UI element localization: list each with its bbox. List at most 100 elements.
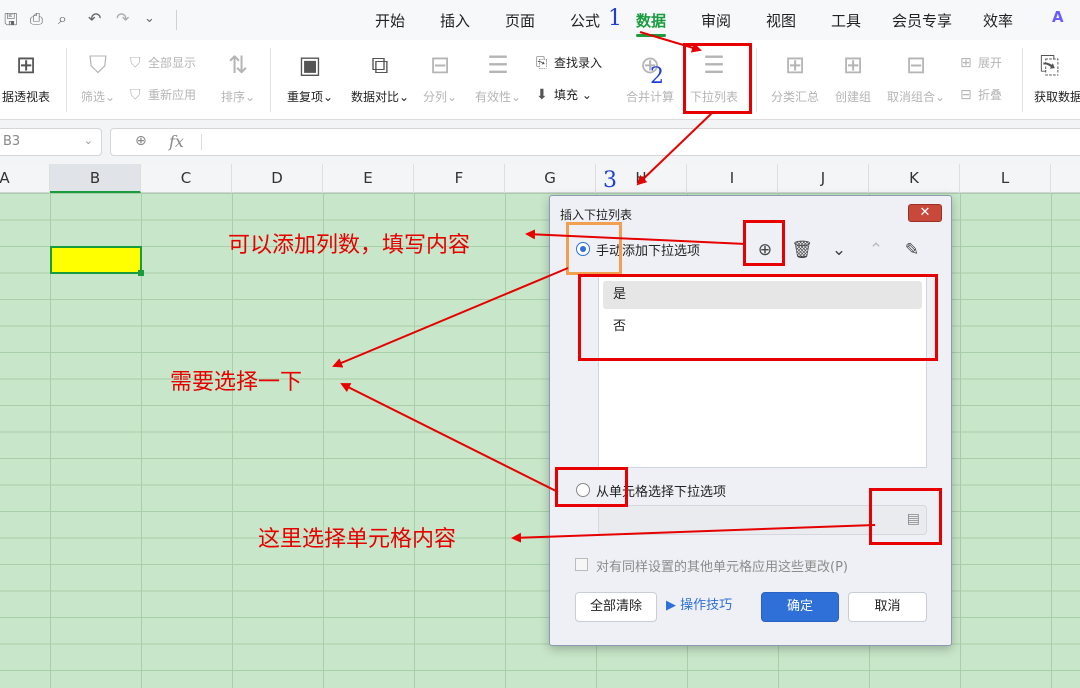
close-button[interactable]: ✕ <box>908 204 942 222</box>
fill-handle[interactable] <box>138 270 144 276</box>
selected-cell-b3[interactable] <box>50 246 144 276</box>
close-icon: ✕ <box>919 205 931 220</box>
menu-member[interactable]: 会员专享 <box>892 10 952 31</box>
highlight-box-options <box>578 274 938 361</box>
annotation-select-cells: 这里选择单元格内容 <box>258 527 457 552</box>
filter-icon: ⛉ <box>89 51 107 79</box>
formula-bar: B3 ⌄ ⊕ fx <box>0 120 1080 164</box>
pivot-table-label: 据透视表 <box>1 90 50 104</box>
column-header-e[interactable]: E <box>323 164 414 193</box>
show-all-label: 全部显示 <box>148 56 197 70</box>
show-all-icon: ⛉ <box>130 55 141 71</box>
name-box[interactable]: B3 ⌄ <box>0 128 102 156</box>
ok-button[interactable]: 确定 <box>761 592 839 622</box>
annotation-need-select: 需要选择一下 <box>170 370 303 395</box>
duplicates-button[interactable]: ▣ 重复项⌄ <box>272 50 348 105</box>
menu-tools[interactable]: 工具 <box>831 10 861 31</box>
zoom-icon[interactable]: ⊕ <box>135 133 147 149</box>
duplicates-label: 重复项⌄ <box>286 90 334 104</box>
save-icon[interactable]: 🖫 <box>4 9 18 36</box>
annotation-add-columns: 可以添加列数，填写内容 <box>228 233 471 258</box>
reapply-icon: ⛉ <box>130 87 141 103</box>
filter-button[interactable]: ⛉ 筛选⌄ <box>60 50 136 105</box>
collapse-button[interactable]: ⊟ 折叠 <box>960 86 1002 103</box>
get-data-icon: ⎘ <box>1040 51 1060 79</box>
formula-input[interactable]: ⊕ fx <box>110 128 1080 156</box>
column-header-c[interactable]: C <box>141 164 232 193</box>
active-tab-indicator <box>636 34 666 37</box>
apply-all-checkbox[interactable] <box>575 558 588 571</box>
divider <box>201 134 202 150</box>
column-header-l[interactable]: L <box>960 164 1051 193</box>
more-chevron-icon[interactable]: ⌄ <box>144 11 155 26</box>
menu-formula[interactable]: 公式 <box>570 10 600 31</box>
highlight-box-radio <box>566 222 622 275</box>
sort-button[interactable]: ⇅ 排序⌄ <box>200 50 276 105</box>
divider <box>270 48 271 112</box>
print-icon[interactable]: ⎙ <box>30 9 43 29</box>
redo-icon[interactable]: ↷ <box>116 9 129 28</box>
step-2-label: 2 <box>650 64 664 89</box>
step-1-label: 1 <box>608 6 622 31</box>
reapply-label: 重新应用 <box>148 88 197 102</box>
menu-insert[interactable]: 插入 <box>440 10 470 31</box>
tips-label: 操作技巧 <box>680 598 733 613</box>
column-header-d[interactable]: D <box>232 164 323 193</box>
validity-button[interactable]: ☰ 有效性⌄ <box>460 50 536 105</box>
fx-icon[interactable]: fx <box>169 132 184 151</box>
find-entry-icon: ⎘ <box>536 55 548 71</box>
expand-label: 展开 <box>978 56 1003 70</box>
ai-logo-icon[interactable]: A <box>1052 8 1064 26</box>
divider <box>176 10 177 30</box>
menu-view[interactable]: 视图 <box>766 10 796 31</box>
pivot-table-button[interactable]: ⊞ 据透视表 <box>0 50 64 105</box>
column-header-a[interactable]: A <box>0 164 50 193</box>
menu-data[interactable]: 数据 <box>636 10 666 31</box>
sort-label: 排序⌄ <box>220 90 256 104</box>
find-entry-label: 查找录入 <box>554 56 603 70</box>
expand-button[interactable]: ⊞ 展开 <box>960 54 1002 71</box>
highlight-box-range-icon <box>869 488 942 545</box>
highlight-box-add <box>743 220 785 266</box>
menu-page[interactable]: 页面 <box>505 10 535 31</box>
undo-icon[interactable]: ↶ <box>88 9 101 28</box>
menu-bar: 🖫 ⎙ ⌕ ↶ ↷ ⌄ 开始 插入 页面 公式 数据 审阅 视图 工具 会员专享… <box>0 0 1080 40</box>
edit-icon[interactable]: ✎ <box>900 238 924 262</box>
ungroup-button[interactable]: ⊟ 取消组合⌄ <box>878 50 954 105</box>
clear-all-button[interactable]: 全部清除 <box>575 592 657 622</box>
move-down-icon[interactable]: ⌄ <box>827 238 851 262</box>
column-header-g[interactable]: G <box>505 164 596 193</box>
column-header-k[interactable]: K <box>869 164 960 193</box>
fill-icon: ⬇ <box>536 87 548 103</box>
duplicates-icon: ▣ <box>298 51 322 79</box>
validity-icon: ☰ <box>487 51 509 79</box>
get-data-button[interactable]: ⎘ 获取数据 <box>1028 50 1080 105</box>
collapse-label: 折叠 <box>978 88 1003 102</box>
fill-label: 填充 <box>554 88 579 102</box>
pivot-table-icon: ⊞ <box>15 51 37 79</box>
column-header-b[interactable]: B <box>50 164 141 193</box>
menu-review[interactable]: 审阅 <box>701 10 731 31</box>
fill-button[interactable]: ⬇ 填充 ⌄ <box>536 86 592 103</box>
column-header-row: A B C D E F G H I J K L <box>0 164 1080 193</box>
column-header-f[interactable]: F <box>414 164 505 193</box>
move-up-icon[interactable]: ⌃ <box>864 238 888 262</box>
reapply-button[interactable]: ⛉ 重新应用 <box>130 86 196 103</box>
menu-home[interactable]: 开始 <box>375 10 405 31</box>
step-3-label: 3 <box>603 168 617 193</box>
ribbon: ⊞ 据透视表 ⛉ 筛选⌄ ⛉ 全部显示 ⛉ 重新应用 ⇅ 排序⌄ ▣ 重复项⌄ ⧉ … <box>0 40 1080 120</box>
apply-all-label: 对有同样设置的其他单元格应用这些更改(P) <box>596 560 848 575</box>
chevron-down-icon: ⌄ <box>83 134 93 147</box>
column-header-j[interactable]: J <box>778 164 869 193</box>
highlight-box-cell-radio <box>555 467 628 507</box>
cancel-button[interactable]: 取消 <box>848 592 927 622</box>
ungroup-icon: ⊟ <box>905 51 927 79</box>
column-header-i[interactable]: I <box>687 164 778 193</box>
name-box-value: B3 <box>3 134 21 149</box>
delete-icon[interactable]: 🗑 <box>790 238 814 262</box>
show-all-button[interactable]: ⛉ 全部显示 <box>130 54 196 71</box>
find-entry-button[interactable]: ⎘ 查找录入 <box>536 54 602 71</box>
menu-efficiency[interactable]: 效率 <box>983 10 1013 31</box>
tips-link[interactable]: ▶ 操作技巧 <box>666 592 756 622</box>
print-preview-icon[interactable]: ⌕ <box>58 9 67 29</box>
